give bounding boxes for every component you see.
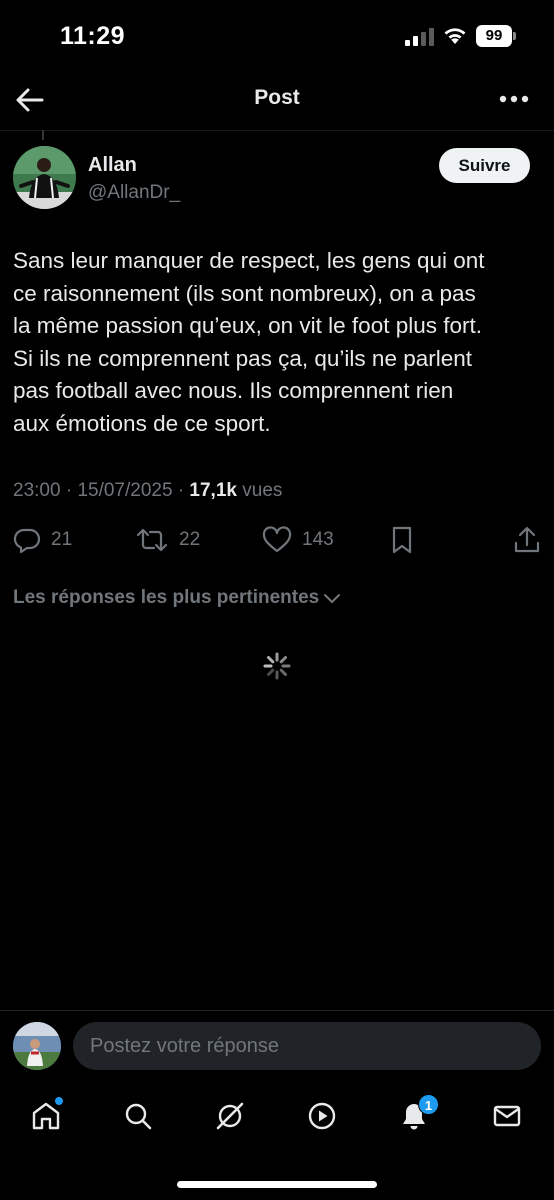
tab-home[interactable] <box>24 1094 68 1138</box>
post-text-line: Si ils ne comprennent pas ça, qu’ils ne … <box>13 345 473 371</box>
status-bar: 11:29 99 <box>0 0 554 70</box>
tab-video[interactable] <box>300 1094 344 1138</box>
search-icon <box>125 1103 152 1130</box>
top-bar: Post <box>0 72 554 128</box>
current-user-avatar-image <box>13 1022 61 1070</box>
repost-count: 22 <box>179 529 201 550</box>
post-text-line: ce raisonnement (ils sont nombreux), on … <box>13 280 476 306</box>
replies-sort-dropdown[interactable]: Les réponses les plus pertinentes <box>13 587 341 609</box>
home-new-content-dot <box>55 1097 63 1105</box>
post-time: 23:00 <box>13 480 61 501</box>
bookmark-icon <box>392 526 412 554</box>
post-text: Sans leur manquer de respect, les gens q… <box>13 245 543 441</box>
meta-separator: · <box>65 480 73 501</box>
reply-button[interactable]: 21 <box>13 520 72 560</box>
bottom-tab-bar: 1 <box>0 1080 554 1160</box>
battery-indicator: 99 <box>476 25 516 47</box>
current-user-avatar[interactable] <box>13 1022 61 1070</box>
meta-separator: · <box>177 480 185 501</box>
post-screen: 11:29 99 Post Allan @AllanDr_ Suivre San… <box>0 0 554 1200</box>
messages-icon <box>493 1105 521 1127</box>
battery-level: 99 <box>476 25 512 47</box>
cellular-signal-icon <box>405 28 434 46</box>
post-text-line: aux émotions de ce sport. <box>13 410 271 436</box>
grok-icon <box>216 1102 244 1130</box>
post-text-line: pas football avec nous. Ils comprennent … <box>13 378 454 404</box>
tab-notifications[interactable]: 1 <box>392 1094 439 1138</box>
tab-search[interactable] <box>116 1094 160 1138</box>
share-button[interactable] <box>513 520 541 560</box>
views-count[interactable]: 17,1k <box>189 480 237 501</box>
repost-icon <box>136 528 168 552</box>
tab-grok[interactable] <box>208 1094 252 1138</box>
status-time: 11:29 <box>60 22 126 50</box>
post-date: 15/07/2025 <box>77 480 173 501</box>
header-divider <box>0 130 554 131</box>
tab-messages[interactable] <box>485 1094 529 1138</box>
reply-input[interactable] <box>73 1022 541 1070</box>
heart-icon <box>262 526 292 553</box>
like-count: 143 <box>302 529 334 550</box>
author-avatar-image <box>13 146 76 209</box>
post-actions: 21 22 143 <box>0 520 554 560</box>
replies-sort-label: Les réponses les plus pertinentes <box>13 587 320 608</box>
views-label: vues <box>242 480 283 501</box>
bookmark-button[interactable] <box>390 520 414 560</box>
share-icon <box>514 526 540 553</box>
post-text-line: la même passion qu’eux, on vit le foot p… <box>13 313 482 339</box>
notification-badge: 1 <box>418 1094 439 1115</box>
like-button[interactable]: 143 <box>262 520 334 560</box>
post-text-line: Sans leur manquer de respect, les gens q… <box>13 248 485 273</box>
repost-button[interactable]: 22 <box>135 520 200 560</box>
follow-button[interactable]: Suivre <box>439 148 530 183</box>
wifi-icon <box>444 28 466 44</box>
reply-count: 21 <box>51 529 73 550</box>
chevron-down-icon <box>324 594 341 603</box>
video-icon <box>308 1102 336 1130</box>
battery-tip <box>513 32 516 40</box>
more-options-icon[interactable] <box>496 84 532 114</box>
reply-icon <box>13 528 41 554</box>
thread-connector <box>42 130 44 140</box>
author-avatar[interactable] <box>13 146 76 209</box>
author-name[interactable]: Allan <box>88 154 137 177</box>
author-handle[interactable]: @AllanDr_ <box>88 182 180 204</box>
composer-divider <box>0 1010 554 1011</box>
page-title: Post <box>254 86 300 109</box>
home-indicator[interactable] <box>177 1181 377 1188</box>
loading-spinner-icon <box>263 652 291 680</box>
post-metadata: 23:00 · 15/07/2025 · 17,1k vues <box>13 480 282 502</box>
